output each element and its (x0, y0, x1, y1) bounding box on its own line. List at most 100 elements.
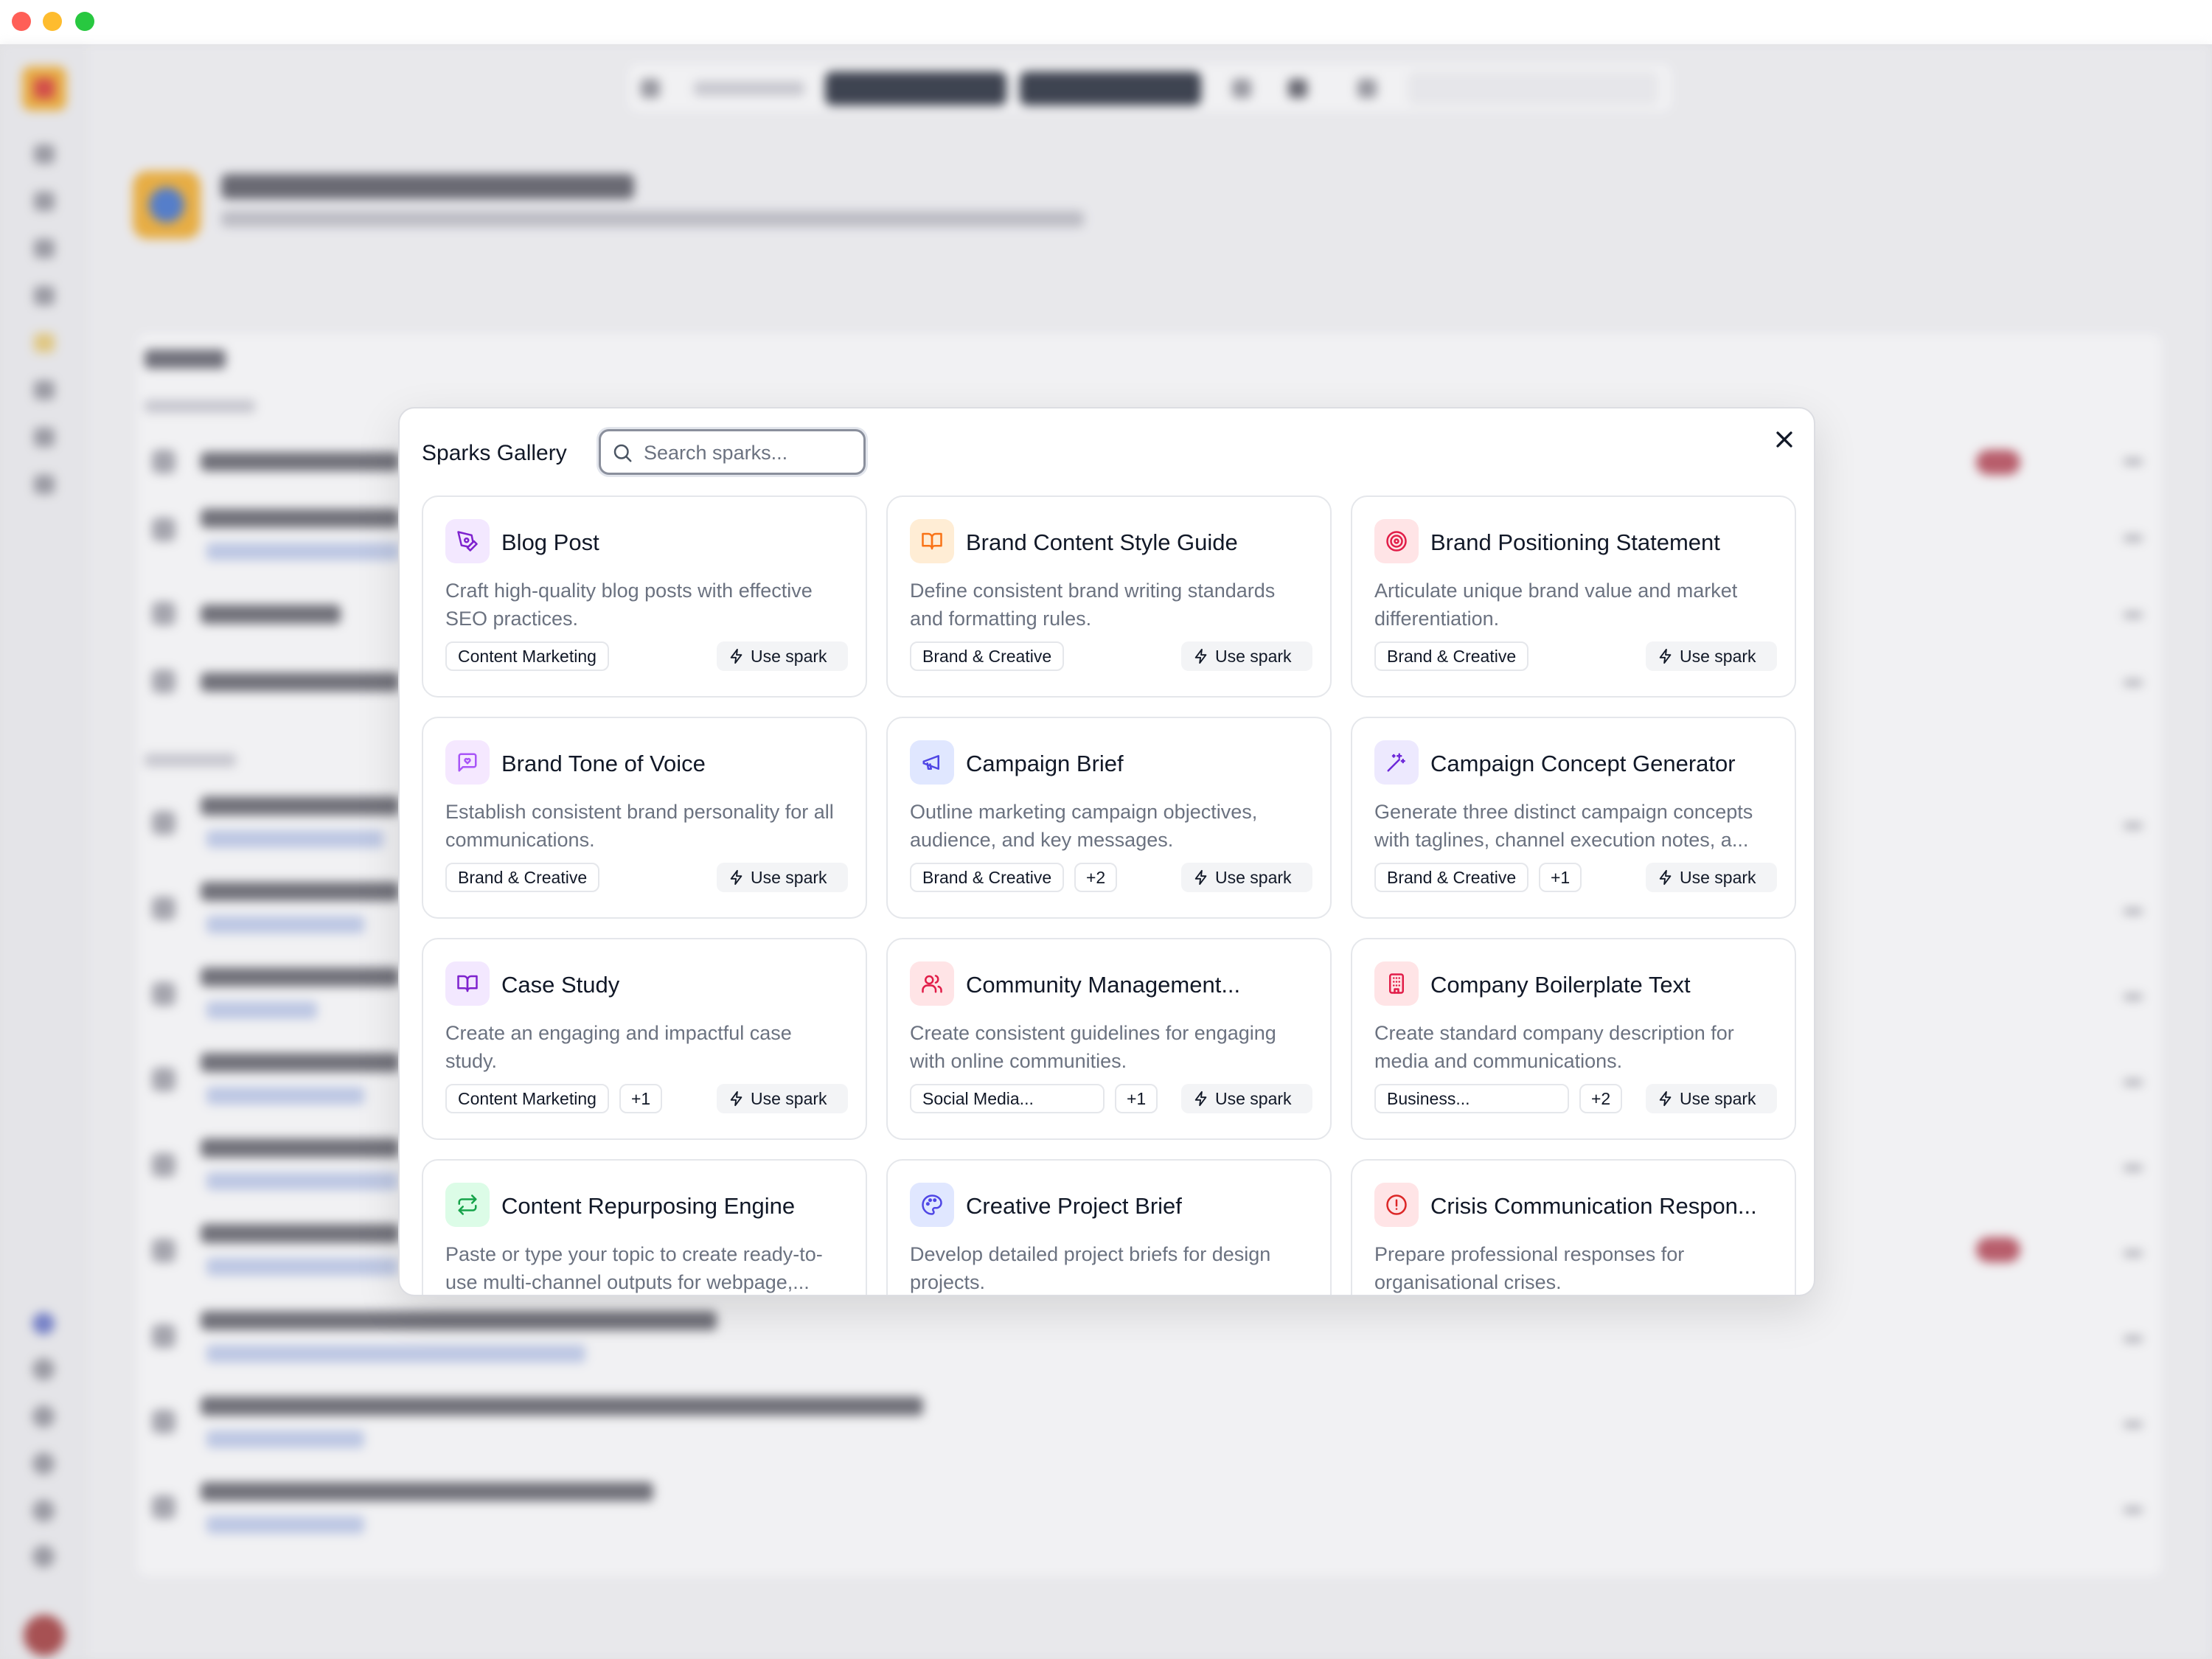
spark-card[interactable]: Case Study Create an engaging and impactf… (422, 938, 867, 1140)
repeat-icon (458, 1194, 477, 1215)
spark-more-tags: +1 (1539, 863, 1582, 892)
spark-title: Crisis Communication Respon... (1430, 1193, 1757, 1219)
spark-card[interactable]: Company Boilerplate Text Create standard … (1351, 938, 1796, 1140)
spark-card[interactable]: Brand Tone of Voice Establish consistent … (422, 717, 867, 919)
spark-icon-badge (1374, 1183, 1419, 1227)
spark-description: Paste or type your topic to create ready… (445, 1243, 823, 1293)
close-window-button[interactable] (12, 12, 31, 31)
spark-icon-badge (1374, 519, 1419, 563)
use-spark-button[interactable]: Use spark (717, 641, 848, 671)
use-spark-button[interactable]: Use spark (1181, 641, 1312, 671)
spark-category-tag: Brand & Creative (910, 863, 1065, 892)
zap-icon (730, 1091, 742, 1107)
spark-description: Develop detailed project briefs for desi… (910, 1243, 1271, 1293)
spark-category-tag: Content Marketing (445, 1084, 609, 1113)
zap-icon (1659, 1091, 1672, 1107)
target-icon (1386, 531, 1407, 552)
spark-icon-badge (910, 1183, 954, 1227)
spark-card[interactable]: Crisis Communication Respon... Prepare pr… (1351, 1159, 1796, 1295)
alert-circle-icon (1386, 1194, 1407, 1215)
spark-card[interactable]: Blog Post Craft high-quality blog posts w… (422, 495, 867, 698)
spark-icon-badge (1374, 961, 1419, 1006)
spark-title: Brand Tone of Voice (501, 751, 706, 776)
spark-category-tag: Content Marketing (445, 641, 609, 671)
zap-icon (1194, 869, 1207, 886)
spark-icon-badge (1374, 740, 1419, 785)
spark-card[interactable]: Community Management... Create consistent… (886, 938, 1332, 1140)
close-icon[interactable] (1771, 426, 1798, 453)
spark-title: Company Boilerplate Text (1430, 972, 1691, 998)
spark-category-tag: Business... (1374, 1084, 1569, 1113)
spark-title: Campaign Brief (966, 751, 1124, 776)
maximize-window-button[interactable] (75, 12, 94, 31)
spark-description: Outline marketing campaign objectives, a… (910, 801, 1258, 851)
use-spark-button[interactable]: Use spark (717, 1084, 848, 1113)
spark-title: Brand Positioning Statement (1430, 529, 1720, 555)
users-icon (922, 975, 942, 993)
building-icon (1389, 973, 1404, 994)
zap-icon (730, 648, 742, 664)
zap-icon (1659, 869, 1672, 886)
spark-more-tags: +2 (1074, 863, 1118, 892)
spark-title: Community Management... (966, 972, 1241, 998)
spark-card[interactable]: Content Repurposing Engine Paste or type … (422, 1159, 867, 1295)
spark-icon-badge (445, 961, 490, 1006)
spark-description: Craft high-quality blog posts with effec… (445, 580, 813, 630)
use-spark-label: Use spark (1215, 647, 1292, 666)
spark-category-tag: Social Media... (910, 1084, 1105, 1113)
spark-description: Define consistent brand writing standard… (910, 580, 1276, 630)
spark-description: Articulate unique brand value and market… (1374, 580, 1738, 630)
spark-title: Content Repurposing Engine (501, 1193, 796, 1219)
spark-description: Prepare professional responses for organ… (1374, 1243, 1685, 1293)
sparks-gallery-modal: Sparks Gallery Blog Post Craft high-quali… (398, 407, 1815, 1296)
palette-icon (922, 1194, 942, 1215)
zap-icon (1194, 1091, 1207, 1107)
spark-more-tags: +2 (1579, 1084, 1623, 1113)
spark-title: Case Study (501, 972, 620, 998)
spark-category-tag: Brand & Creative (910, 641, 1065, 671)
use-spark-button[interactable]: Use spark (1181, 1084, 1312, 1113)
use-spark-label: Use spark (1680, 1089, 1756, 1108)
spark-icon-badge (910, 961, 954, 1006)
search-field[interactable] (599, 429, 866, 475)
message-heart-icon (458, 753, 477, 772)
book-open-icon (922, 532, 942, 550)
search-input[interactable] (644, 439, 858, 467)
spark-card[interactable]: Brand Content Style Guide Define consiste… (886, 495, 1332, 698)
use-spark-button[interactable]: Use spark (1646, 641, 1777, 671)
spark-icon-badge (445, 1183, 490, 1227)
spark-card[interactable]: Brand Positioning Statement Articulate un… (1351, 495, 1796, 698)
spark-card[interactable]: Campaign Brief Outline marketing campaign… (886, 717, 1332, 919)
zap-icon (1659, 648, 1672, 664)
spark-description: Create an engaging and impactful case st… (445, 1022, 792, 1072)
spark-description: Create standard company description for … (1374, 1022, 1734, 1072)
spark-icon-badge (910, 519, 954, 563)
use-spark-button[interactable]: Use spark (1181, 863, 1312, 892)
search-icon (613, 444, 632, 462)
spark-card[interactable]: Creative Project Brief Develop detailed p… (886, 1159, 1332, 1295)
spark-title: Creative Project Brief (966, 1193, 1182, 1219)
spark-title: Brand Content Style Guide (966, 529, 1238, 555)
use-spark-label: Use spark (751, 1089, 827, 1108)
wand-sparkles-icon (1387, 753, 1405, 772)
use-spark-label: Use spark (1215, 868, 1292, 887)
use-spark-label: Use spark (1680, 868, 1756, 887)
spark-description: Establish consistent brand personality f… (445, 801, 834, 851)
use-spark-button[interactable]: Use spark (1646, 863, 1777, 892)
spark-icon-badge (445, 519, 490, 563)
pen-tool-icon (457, 531, 478, 552)
zap-icon (1194, 648, 1207, 664)
use-spark-label: Use spark (1215, 1089, 1292, 1108)
use-spark-button[interactable]: Use spark (717, 863, 848, 892)
use-spark-label: Use spark (1680, 647, 1756, 666)
spark-category-tag: Brand & Creative (445, 863, 600, 892)
minimize-window-button[interactable] (43, 12, 62, 31)
spark-title: Blog Post (501, 529, 599, 555)
use-spark-button[interactable]: Use spark (1646, 1084, 1777, 1113)
spark-icon-badge (910, 740, 954, 785)
spark-description: Generate three distinct campaign concept… (1374, 801, 1753, 851)
modal-title: Sparks Gallery (422, 441, 567, 465)
spark-card[interactable]: Campaign Concept Generator Generate three… (1351, 717, 1796, 919)
spark-title: Campaign Concept Generator (1430, 751, 1736, 776)
spark-more-tags: +1 (619, 1084, 663, 1113)
